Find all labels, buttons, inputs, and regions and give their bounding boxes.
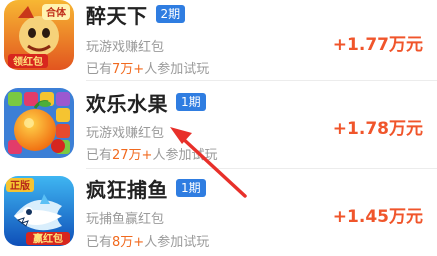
zuitianxia-game-icon[interactable]: 合体 领红包 xyxy=(4,0,74,70)
period-badge: 2期 xyxy=(155,5,186,23)
game-title: 欢乐水果 xyxy=(86,91,168,116)
participant-count: 已有7万+人参加试玩 xyxy=(86,58,209,77)
fishing-game-icon[interactable]: 正版 赢红包 xyxy=(4,176,74,246)
count-number: 7万+ xyxy=(112,62,145,77)
icon-text-bottom: 赢红包 xyxy=(33,232,63,245)
reward-amount: +1.78万元 xyxy=(332,119,423,139)
count-suffix: 人参加试玩 xyxy=(144,62,210,77)
title-line: 欢乐水果 1期 xyxy=(86,88,206,116)
reward-amount: +1.77万元 xyxy=(332,35,423,55)
game-trial-list: 合体 领红包 醉天下 2期 玩游戏赚红包 已有7万+人参加试玩 +1.77万元 xyxy=(0,0,437,250)
list-item[interactable]: 欢乐水果 1期 玩游戏赚红包 已有27万+人参加试玩 +1.78万元 xyxy=(0,86,437,170)
fruit-game-icon[interactable] xyxy=(4,88,74,158)
period-badge: 1期 xyxy=(176,179,206,197)
count-number: 27万+ xyxy=(112,148,153,163)
participant-count: 已有8万+人参加试玩 xyxy=(86,231,209,250)
count-prefix: 已有 xyxy=(86,235,113,250)
participant-count: 已有27万+人参加试玩 xyxy=(86,144,217,163)
row-divider xyxy=(86,168,437,169)
game-title: 醉天下 xyxy=(86,3,148,28)
period-badge: 1期 xyxy=(176,93,206,111)
count-suffix: 人参加试玩 xyxy=(152,148,218,163)
game-description: 玩游戏赚红包 xyxy=(86,40,165,55)
list-item[interactable]: 正版 赢红包 疯狂捕鱼 1期 玩捕鱼赢红包 已有8万+人参加试玩 +1.45万元 xyxy=(0,172,437,256)
game-description: 玩捕鱼赢红包 xyxy=(86,212,165,227)
icon-text-top: 正版 xyxy=(10,179,30,192)
title-line: 醉天下 2期 xyxy=(86,0,186,28)
reward-amount: +1.45万元 xyxy=(332,207,423,227)
game-title: 疯狂捕鱼 xyxy=(86,177,168,202)
row-divider xyxy=(86,80,437,81)
list-item[interactable]: 合体 领红包 醉天下 2期 玩游戏赚红包 已有7万+人参加试玩 +1.77万元 xyxy=(0,0,437,84)
count-prefix: 已有 xyxy=(86,148,113,163)
count-number: 8万+ xyxy=(112,235,145,250)
count-prefix: 已有 xyxy=(86,62,113,77)
icon-text-top: 合体 xyxy=(45,6,67,19)
count-suffix: 人参加试玩 xyxy=(144,235,210,250)
title-line: 疯狂捕鱼 1期 xyxy=(86,174,206,202)
game-description: 玩游戏赚红包 xyxy=(86,126,165,141)
icon-text-bottom: 领红包 xyxy=(13,55,43,68)
